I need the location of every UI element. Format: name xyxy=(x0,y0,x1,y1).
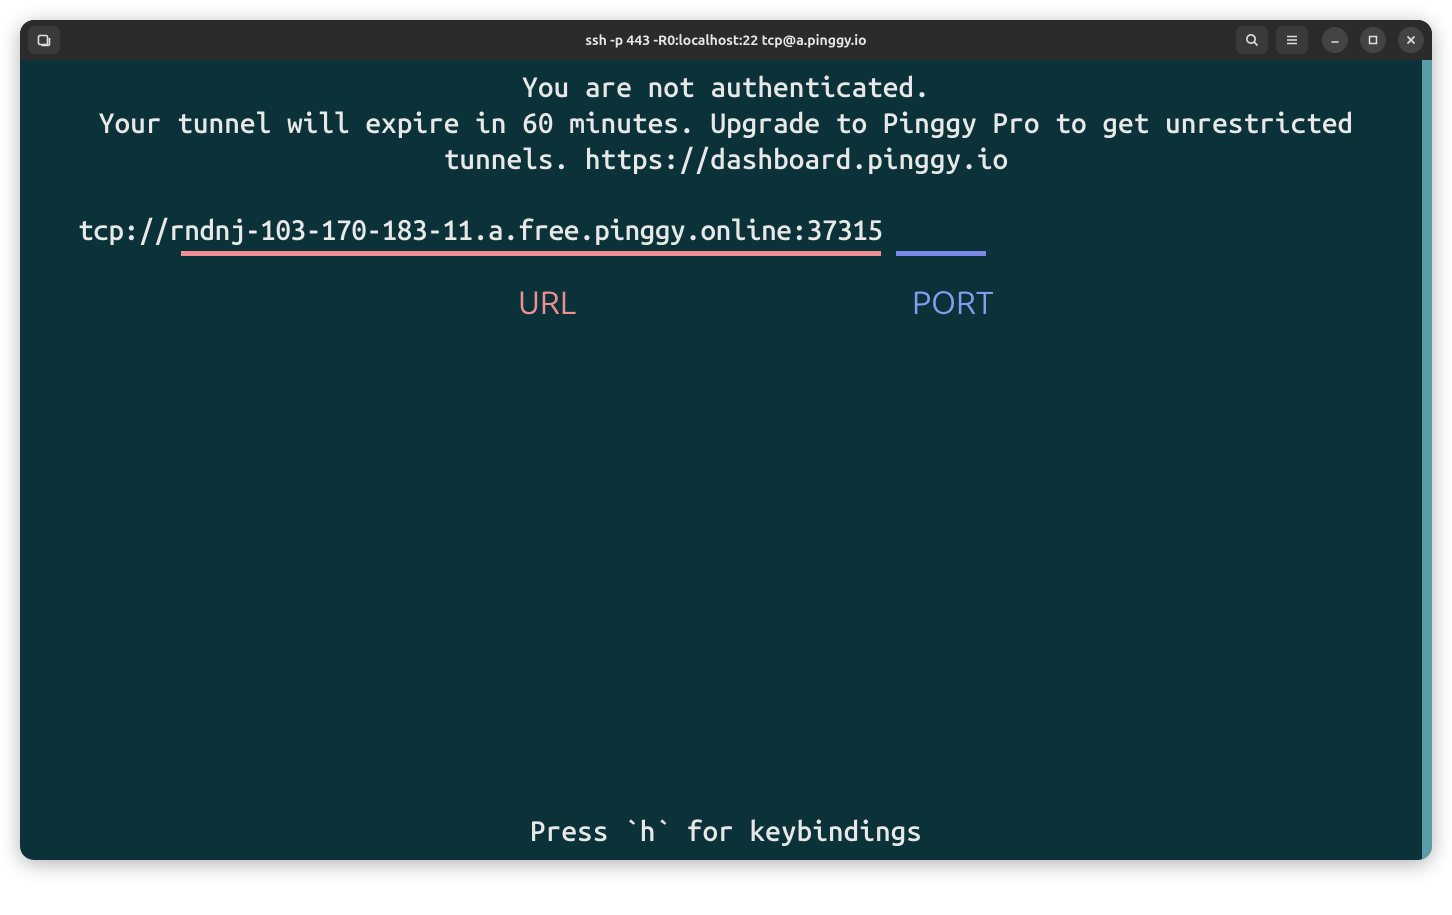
tunnel-host: rndnj-103-170-183-11.a.free.pinggy.onlin… xyxy=(169,215,791,246)
window-title: ssh -p 443 -R0:localhost:22 tcp@a.pinggy… xyxy=(585,32,866,48)
titlebar: ssh -p 443 -R0:localhost:22 tcp@a.pinggy… xyxy=(20,20,1432,60)
maximize-icon xyxy=(1368,35,1378,45)
protocol-prefix: tcp:// xyxy=(78,215,169,246)
annotation-labels: URL PORT xyxy=(78,283,1432,333)
keybindings-hint: Press `h` for keybindings xyxy=(20,814,1432,850)
tunnel-info: tcp://rndnj-103-170-183-11.a.free.pinggy… xyxy=(20,213,1432,333)
expire-message: Your tunnel will expire in 60 minutes. U… xyxy=(20,106,1432,178)
port-underline xyxy=(896,251,986,256)
minimize-button[interactable] xyxy=(1322,27,1348,53)
terminal-content[interactable]: You are not authenticated. Your tunnel w… xyxy=(20,60,1432,860)
window-controls xyxy=(1322,27,1424,53)
new-tab-button[interactable] xyxy=(28,26,60,54)
terminal-window: ssh -p 443 -R0:localhost:22 tcp@a.pinggy… xyxy=(20,20,1432,860)
hamburger-icon xyxy=(1284,32,1300,48)
minimize-icon xyxy=(1330,35,1340,45)
port-label: PORT xyxy=(912,283,994,324)
close-button[interactable] xyxy=(1398,27,1424,53)
url-underline xyxy=(181,251,881,256)
scrollbar[interactable] xyxy=(1422,60,1432,860)
maximize-button[interactable] xyxy=(1360,27,1386,53)
hamburger-menu-button[interactable] xyxy=(1276,26,1308,54)
url-label: URL xyxy=(518,283,576,324)
tunnel-address-line: tcp://rndnj-103-170-183-11.a.free.pinggy… xyxy=(78,213,1432,249)
auth-message: You are not authenticated. xyxy=(20,70,1432,106)
search-icon xyxy=(1244,32,1260,48)
underline-annotations xyxy=(78,251,1432,261)
tunnel-port: 37315 xyxy=(807,215,883,246)
new-tab-icon xyxy=(36,32,52,48)
titlebar-right-controls xyxy=(1236,26,1424,54)
close-icon xyxy=(1406,35,1416,45)
port-separator: : xyxy=(791,215,806,246)
titlebar-left-controls xyxy=(28,26,60,54)
search-button[interactable] xyxy=(1236,26,1268,54)
